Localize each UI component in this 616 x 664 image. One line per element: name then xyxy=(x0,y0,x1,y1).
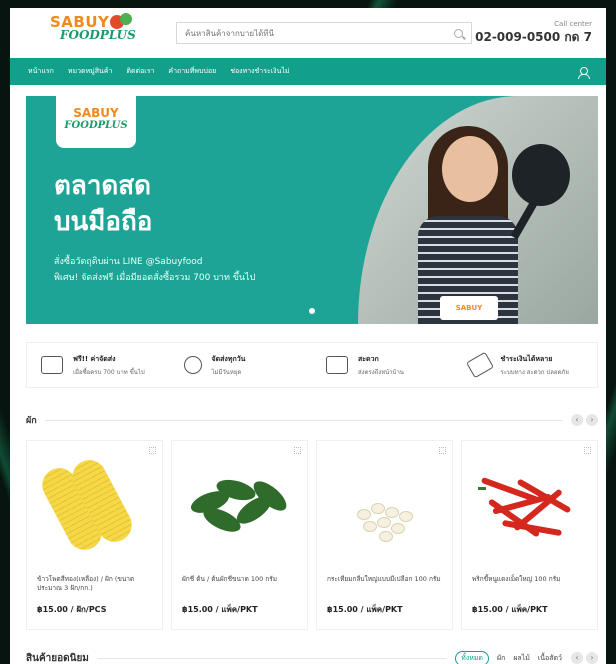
main-nav: หน้าแรก หมวดหมู่สินค้า ติดต่อเรา คำถามที… xyxy=(10,58,606,85)
model-face xyxy=(442,136,498,202)
site-logo[interactable]: SABUY FOODPLUS xyxy=(50,13,140,53)
banner-subtext: สั่งซื้อวัตถุดิบผ่าน LINE @Sabuyfood พิเ… xyxy=(54,254,255,286)
feature-strip: ฟรี!! ค่าจัดส่ง เมื่อซื้อครบ 700 บาท ขึ้… xyxy=(26,342,598,388)
product-price: ฿15.00 / ฝัก/PCS xyxy=(37,605,107,614)
banner-logo-line-1: SABUY xyxy=(73,106,119,120)
product-name[interactable]: ผักชี ต้น / ต้นผักชีขนาด 100 กรัม xyxy=(172,575,307,597)
nav-categories[interactable]: หมวดหมู่สินค้า xyxy=(68,66,113,77)
banner-sub-2: พิเศษ! จัดส่งฟรี เมื่อมียอดสั่งซื้อรวม 7… xyxy=(54,273,256,283)
feature-title: จัดส่งทุกวัน xyxy=(211,354,246,363)
nav-payment[interactable]: ช่องทางชำระเงินไม่ xyxy=(230,66,289,77)
garlic-clove xyxy=(357,509,371,520)
tab-meat[interactable]: เนื้อสัตว์ xyxy=(538,653,562,664)
tab-vegetables[interactable]: ผัก xyxy=(497,653,505,664)
product-price: ฿15.00 / แพ็ค/PKT xyxy=(182,605,258,614)
logo-line-2: FOODPLUS xyxy=(60,28,136,42)
banner-headline: ตลาดสด บนมือถือ xyxy=(54,168,152,240)
call-center: Call center 02-009-0500 กด 7 xyxy=(475,20,592,47)
tab-all[interactable]: ทั้งหมด xyxy=(455,650,489,664)
globe-icon xyxy=(183,356,202,374)
garlic-clove xyxy=(363,521,377,532)
popular-section-header: สินค้ายอดนิยม ทั้งหมด ผัก ผลไม้ เนื้อสัต… xyxy=(26,650,598,664)
carousel-dot[interactable] xyxy=(309,308,315,314)
garlic-clove xyxy=(399,511,413,522)
product-price: ฿15.00 / แพ็ค/PKT xyxy=(472,605,548,614)
banner-headline-2: บนมือถือ xyxy=(54,207,153,237)
truck-icon xyxy=(41,356,63,374)
feature-sub: ระบบทาง สะดวก ปลอดภัย xyxy=(500,368,569,376)
user-icon[interactable] xyxy=(578,66,590,79)
next-arrow-icon[interactable]: › xyxy=(586,652,598,664)
search-input[interactable] xyxy=(185,28,454,38)
banner-logo: SABUY FOODPLUS xyxy=(56,96,136,148)
feature-payment: ชำระเงินได้หลาย ระบบทาง สะดวก ปลอดภัย xyxy=(455,343,598,387)
nav-contact[interactable]: ติดต่อเรา xyxy=(126,66,154,77)
garlic-clove xyxy=(371,503,385,514)
garlic-clove xyxy=(391,523,405,534)
feature-sub: เมื่อซื้อครบ 700 บาท ขึ้นไป xyxy=(73,368,145,376)
section-divider xyxy=(96,657,448,659)
product-card[interactable]: ข้าวโพดสีทอง(เหลือง) / ฝัก (ขนาดประมาณ 3… xyxy=(26,440,163,630)
product-image-corn[interactable] xyxy=(27,441,162,569)
product-name[interactable]: กระเทียมกลีบใหญ่แบบมีเปลือก 100 กรัม xyxy=(317,575,452,597)
banner-sub-1: สั่งซื้อวัตถุดิบผ่าน LINE @Sabuyfood xyxy=(54,257,203,267)
site-header: SABUY FOODPLUS Call center 02-009-0500 ก… xyxy=(10,8,606,58)
search-bar xyxy=(176,22,472,44)
carousel-arrows: ‹ › xyxy=(568,652,598,664)
feature-sub: ส่งตรงถึงหน้าบ้าน xyxy=(358,368,404,376)
section-title: สินค้ายอดนิยม xyxy=(26,652,89,664)
search-icon[interactable] xyxy=(454,28,463,38)
leaf-shape xyxy=(200,503,244,537)
product-card[interactable]: ผักชี ต้น / ต้นผักชีขนาด 100 กรัม ฿15.00… xyxy=(171,440,308,630)
feature-sub: ไม่มีวันหยุด xyxy=(211,368,242,376)
prev-arrow-icon[interactable]: ‹ xyxy=(571,414,583,426)
frying-pan xyxy=(512,144,570,206)
nav-faq[interactable]: คำถามที่พบบ่อย xyxy=(168,66,216,77)
product-name[interactable]: ข้าวโพดสีทอง(เหลือง) / ฝัก (ขนาดประมาณ 3… xyxy=(27,575,162,597)
next-arrow-icon[interactable]: › xyxy=(586,414,598,426)
garlic-clove xyxy=(385,507,399,518)
product-image-garlic[interactable] xyxy=(317,441,452,569)
product-price: ฿15.00 / แพ็ค/PKT xyxy=(327,605,403,614)
product-image-greens[interactable] xyxy=(172,441,307,569)
prev-arrow-icon[interactable]: ‹ xyxy=(571,652,583,664)
product-carousel: ข้าวโพดสีทอง(เหลือง) / ฝัก (ขนาดประมาณ 3… xyxy=(26,440,598,630)
garlic-clove xyxy=(377,517,391,528)
section-header-vegetables: ผัก ‹ › xyxy=(26,413,598,427)
register-icon xyxy=(326,356,348,374)
feature-title: ฟรี!! ค่าจัดส่ง xyxy=(73,354,116,363)
feature-title: ชำระเงินได้หลาย xyxy=(500,354,553,363)
banner-headline-1: ตลาดสด xyxy=(54,171,152,201)
webpage: SABUY FOODPLUS Call center 02-009-0500 ก… xyxy=(10,8,606,664)
section-divider xyxy=(44,419,562,421)
product-card[interactable]: พริกขี้หนูแดงเม็ดใหญ่ 100 กรัม ฿15.00 / … xyxy=(461,440,598,630)
tab-fruits[interactable]: ผลไม้ xyxy=(513,653,530,664)
call-center-phone[interactable]: 02-009-0500 กด 7 xyxy=(475,28,592,47)
hero-banner[interactable]: SABUY SABUY FOODPLUS ตลาดสด บนมือถือ สั่… xyxy=(26,96,598,324)
section-title: ผัก xyxy=(26,416,37,426)
tag-icon xyxy=(465,351,494,379)
banner-logo-line-2: FOODPLUS xyxy=(64,120,128,131)
feature-daily-delivery: จัดส่งทุกวัน ไม่มีวันหยุด xyxy=(170,343,313,387)
chili-stem xyxy=(478,487,486,490)
product-image-chili[interactable] xyxy=(462,441,597,569)
leaf-icon xyxy=(120,13,132,25)
nav-home[interactable]: หน้าแรก xyxy=(28,66,54,77)
feature-convenient: สะดวก ส่งตรงถึงหน้าบ้าน xyxy=(312,343,455,387)
call-center-label: Call center xyxy=(554,19,592,28)
feature-free-shipping: ฟรี!! ค่าจัดส่ง เมื่อซื้อครบ 700 บาท ขึ้… xyxy=(27,343,170,387)
feature-title: สะดวก xyxy=(358,354,379,363)
product-name[interactable]: พริกขี้หนูแดงเม็ดใหญ่ 100 กรัม xyxy=(462,575,597,597)
garlic-clove xyxy=(379,531,393,542)
product-card[interactable]: กระเทียมกลีบใหญ่แบบมีเปลือก 100 กรัม ฿15… xyxy=(316,440,453,630)
apron-logo: SABUY xyxy=(440,296,498,320)
carousel-arrows: ‹ › xyxy=(568,414,598,426)
